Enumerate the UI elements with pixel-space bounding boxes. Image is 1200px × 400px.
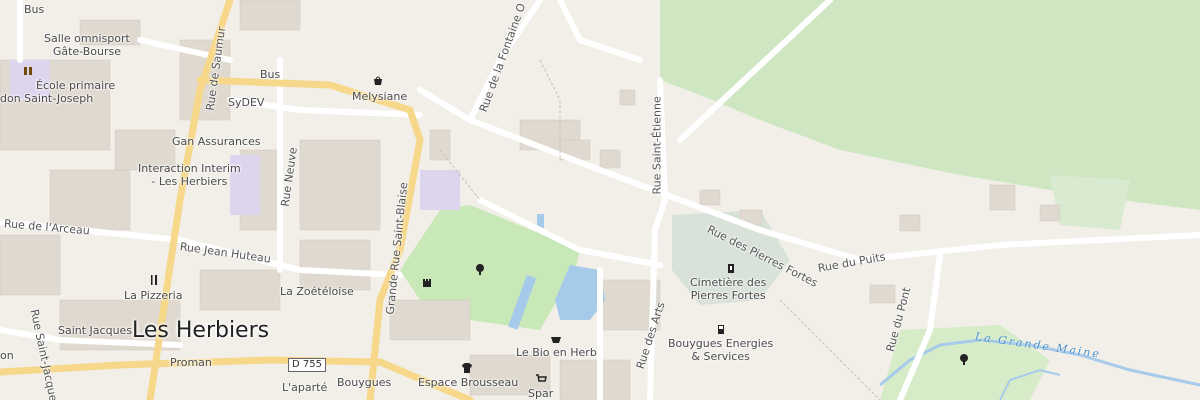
label-line: & Services <box>691 350 750 363</box>
label-zoeteloise[interactable]: La Zoétéloise <box>280 285 354 298</box>
tree-icon[interactable] <box>474 263 486 275</box>
basket-icon[interactable] <box>550 332 562 344</box>
label-bouygues[interactable]: Bouygues <box>337 376 391 389</box>
label-line: Pierres Fortes <box>690 289 766 302</box>
label-line: Bouygues Energies <box>668 337 774 350</box>
label-espace-brousseau[interactable]: Espace Brousseau <box>418 376 518 389</box>
label-line: don Saint-Joseph <box>0 92 94 105</box>
shop-icon[interactable] <box>372 75 384 87</box>
label-saint-jacques[interactable]: Saint Jacques <box>58 324 132 337</box>
label-line: Salle omnisport <box>44 32 130 45</box>
label-interaction[interactable]: Interaction Interim - Les Herbiers <box>138 162 241 188</box>
label-spar[interactable]: Spar <box>528 387 553 400</box>
label-ecole[interactable]: École primaire don Saint-Joseph <box>0 79 115 105</box>
label-bus-1[interactable]: Bus <box>24 3 44 16</box>
town-label: Les Herbiers <box>132 318 270 343</box>
label-proman[interactable]: Proman <box>170 356 212 369</box>
label-bouygues-energies[interactable]: Bouygues Energies & Services <box>668 337 773 363</box>
cemetery-icon[interactable] <box>725 262 737 274</box>
school-icon[interactable] <box>22 65 34 77</box>
label-gan[interactable]: Gan Assurances <box>172 135 260 148</box>
label-cimetiere[interactable]: Cimetière des Pierres Fortes <box>690 276 766 302</box>
label-aparte[interactable]: L'aparté <box>282 381 327 394</box>
label-line: - Les Herbiers <box>151 175 228 188</box>
label-line: Interaction Interim <box>138 162 241 175</box>
castle-icon[interactable] <box>421 276 433 288</box>
restaurant-icon[interactable] <box>148 274 160 286</box>
meadow-area <box>1050 175 1130 230</box>
fuel-icon[interactable] <box>716 323 728 335</box>
sports-block <box>420 170 460 210</box>
label-bio-en-herb[interactable]: Le Bio en Herb <box>516 346 597 359</box>
label-bus-2[interactable]: Bus <box>260 68 280 81</box>
road-shield: D 755 <box>288 358 326 372</box>
label-sydev[interactable]: SyDEV <box>228 96 264 109</box>
label-line: Gâte-Bourse <box>52 45 122 58</box>
map-view[interactable]: Les Herbiers D 755 La Grande Maine Rue d… <box>0 0 1200 400</box>
street-rue-saint-etienne: Rue Saint-Étienne <box>650 96 664 195</box>
supermarket-icon[interactable] <box>535 373 547 385</box>
label-pizzeria[interactable]: La Pizzeria <box>124 289 182 302</box>
clothes-icon[interactable] <box>461 362 473 374</box>
woodland-area <box>660 0 1200 210</box>
label-on: on <box>0 349 14 362</box>
label-salle-omnisport[interactable]: Salle omnisport Gâte-Bourse <box>44 32 130 58</box>
label-line: Cimetière des <box>690 276 767 289</box>
label-line: École primaire <box>36 79 116 92</box>
label-melysiane[interactable]: Melysiane <box>352 90 407 103</box>
tree-icon-east[interactable] <box>958 353 970 365</box>
